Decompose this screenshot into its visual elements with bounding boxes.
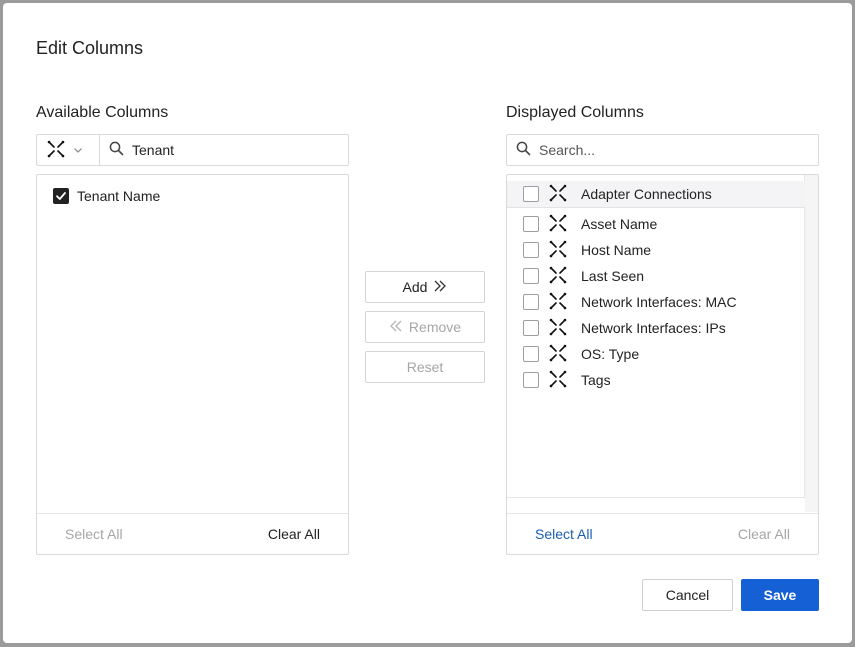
list-item-label: Tags bbox=[581, 372, 611, 388]
list-item-label: Network Interfaces: IPs bbox=[581, 320, 726, 336]
available-filter-bar bbox=[36, 134, 349, 166]
list-item[interactable]: OS: Type bbox=[507, 341, 805, 367]
search-icon bbox=[516, 141, 531, 159]
list-item[interactable]: Network Interfaces: MAC bbox=[507, 289, 805, 315]
adapter-x-icon bbox=[549, 214, 567, 235]
available-list-footer: Select All Clear All bbox=[37, 513, 348, 554]
adapter-x-icon bbox=[549, 184, 567, 205]
double-chevron-right-icon bbox=[433, 279, 447, 296]
adapter-x-icon bbox=[549, 240, 567, 261]
displayed-columns-label: Displayed Columns bbox=[506, 104, 644, 121]
list-item-label: Last Seen bbox=[581, 268, 645, 284]
displayed-list-viewport: Adapter Connections Asset Name Host Name… bbox=[507, 175, 805, 498]
adapter-x-icon bbox=[549, 370, 567, 391]
list-item-label: Network Interfaces: MAC bbox=[581, 294, 737, 310]
add-button[interactable]: Add bbox=[365, 271, 485, 303]
adapter-x-icon bbox=[549, 292, 567, 313]
remove-button[interactable]: Remove bbox=[365, 311, 485, 343]
adapter-x-icon bbox=[549, 318, 567, 339]
displayed-clear-all-link[interactable]: Clear All bbox=[738, 526, 790, 542]
list-item-label: Host Name bbox=[581, 242, 652, 258]
checkbox[interactable] bbox=[523, 186, 539, 202]
list-item[interactable]: Adapter Connections bbox=[507, 181, 805, 208]
list-item-label: OS: Type bbox=[581, 346, 640, 362]
list-item[interactable]: Last Seen bbox=[507, 263, 805, 289]
double-chevron-left-icon bbox=[389, 319, 403, 336]
available-select-all-link[interactable]: Select All bbox=[65, 526, 123, 542]
checkbox[interactable] bbox=[523, 372, 539, 388]
displayed-select-all-link[interactable]: Select All bbox=[535, 526, 593, 542]
adapter-select[interactable] bbox=[37, 135, 100, 165]
checkbox[interactable] bbox=[523, 268, 539, 284]
save-button[interactable]: Save bbox=[741, 579, 819, 611]
reset-button[interactable]: Reset bbox=[365, 351, 485, 383]
available-columns-label: Available Columns bbox=[36, 104, 169, 121]
add-button-label: Add bbox=[402, 279, 428, 295]
checkbox[interactable] bbox=[523, 346, 539, 362]
adapter-x-icon bbox=[549, 344, 567, 365]
checkbox-checked[interactable] bbox=[53, 188, 69, 204]
checkbox[interactable] bbox=[523, 294, 539, 310]
list-item[interactable]: Network Interfaces: IPs bbox=[507, 315, 805, 341]
list-item[interactable]: Asset Name bbox=[507, 211, 805, 237]
cancel-button[interactable]: Cancel bbox=[642, 579, 733, 611]
checkbox[interactable] bbox=[523, 320, 539, 336]
list-item[interactable]: Host Name bbox=[507, 237, 805, 263]
displayed-list-footer: Select All Clear All bbox=[507, 513, 818, 554]
available-clear-all-link[interactable]: Clear All bbox=[268, 526, 320, 542]
checkbox[interactable] bbox=[523, 216, 539, 232]
list-item-label: Adapter Connections bbox=[581, 186, 712, 202]
list-item-label: Tenant Name bbox=[77, 188, 161, 204]
search-icon bbox=[109, 141, 124, 159]
adapter-x-icon bbox=[549, 266, 567, 287]
list-item[interactable]: Tenant Name bbox=[53, 188, 160, 204]
scrollbar-track[interactable] bbox=[805, 175, 818, 512]
displayed-search bbox=[506, 134, 819, 166]
remove-button-label: Remove bbox=[408, 319, 462, 335]
list-item[interactable]: Tags bbox=[507, 367, 805, 393]
checkbox[interactable] bbox=[523, 242, 539, 258]
available-search-input[interactable] bbox=[132, 142, 332, 158]
displayed-search-input[interactable] bbox=[539, 142, 789, 158]
edit-columns-dialog: Edit Columns Available Columns Displayed… bbox=[3, 3, 852, 643]
adapter-x-icon bbox=[47, 140, 65, 161]
available-columns-list: Tenant Name Select All Clear All bbox=[36, 174, 349, 555]
displayed-columns-list: Adapter Connections Asset Name Host Name… bbox=[506, 174, 819, 555]
list-item-label: Asset Name bbox=[581, 216, 658, 232]
dialog-title: Edit Columns bbox=[36, 38, 144, 58]
available-search bbox=[100, 135, 348, 165]
chevron-down-icon bbox=[73, 142, 83, 158]
